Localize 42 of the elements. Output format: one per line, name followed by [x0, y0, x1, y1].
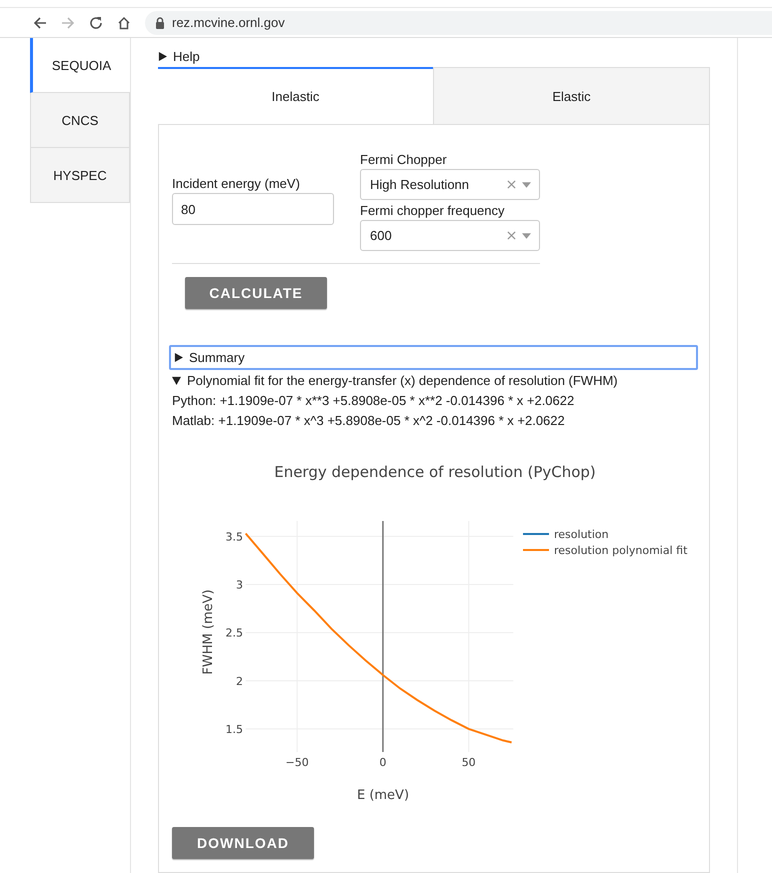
sidebar-tab[interactable]: SEQUOIA: [30, 38, 130, 93]
sidebar-tab[interactable]: CNCS: [30, 93, 130, 148]
help-toggle[interactable]: Help: [158, 47, 710, 65]
download-button[interactable]: DOWNLOAD: [172, 827, 314, 859]
tick-label: 3: [236, 578, 243, 592]
triangle-right-icon: [174, 353, 183, 362]
back-icon[interactable]: [33, 16, 47, 30]
field-label: Incident energy (meV): [172, 176, 301, 191]
reload-icon[interactable]: [89, 16, 103, 30]
formula-text: Matlab: +1.1909e-07 * x^3 +5.8908e-05 * x^2 -0.014396 * x +2.0622: [172, 412, 566, 430]
axis-title: FWHM (meV): [201, 589, 216, 675]
caret-icon[interactable]: [522, 182, 531, 188]
tick-label: 2.5: [226, 626, 243, 640]
polynomial-fit-toggle[interactable]: Polynomial fit for the energy-transfer (x) dependence of resolution (FWHM): [172, 370, 698, 390]
tick-label: 0: [379, 756, 386, 769]
tick-label: 1.5: [226, 722, 243, 736]
field-label: Fermi Chopper: [360, 152, 448, 167]
tick-label: −50: [286, 756, 309, 769]
input-field[interactable]: 80: [172, 193, 334, 225]
lock-icon: [155, 16, 165, 28]
dropdown-field[interactable]: High Resolutionn: [360, 169, 540, 200]
home-icon[interactable]: [117, 16, 131, 30]
triangle-right-icon: [158, 52, 167, 60]
formula-text: Python: +1.1909e-07 * x**3 +5.8908e-05 * x**2 -0.014396 * x +2.0622: [172, 392, 576, 410]
axis-title: E (meV): [356, 788, 410, 803]
calculate-button[interactable]: CALCULATE: [185, 277, 327, 309]
field-label: Fermi chopper frequency: [360, 203, 506, 218]
sidebar-tab[interactable]: HYSPEC: [30, 148, 130, 203]
tick-label: 2: [236, 674, 243, 688]
clear-icon[interactable]: [507, 231, 516, 240]
legend-label[interactable]: resolution: [554, 528, 609, 541]
tick-label: 3.5: [226, 530, 243, 544]
caret-icon[interactable]: [522, 232, 531, 238]
clear-icon[interactable]: [507, 180, 516, 189]
tick-label: 50: [462, 756, 476, 769]
summary-toggle[interactable]: Summary: [169, 345, 698, 370]
legend-label[interactable]: resolution polynomial fit: [554, 544, 688, 557]
chart-title: Energy dependence of resolution (PyChop): [274, 463, 596, 481]
dropdown-field[interactable]: 600: [360, 220, 540, 251]
address-bar[interactable]: rez.mcvine.ornl.gov: [145, 10, 772, 34]
tab[interactable]: Elastic: [433, 67, 710, 124]
triangle-down-icon: [172, 376, 181, 384]
